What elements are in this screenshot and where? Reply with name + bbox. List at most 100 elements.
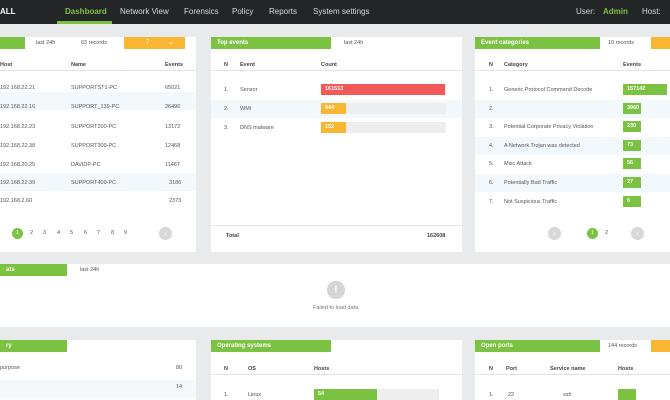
hosts-bar [618, 389, 636, 400]
events-bar: 157142 [623, 84, 667, 95]
total-value: 162608 [427, 233, 446, 239]
page-7[interactable]: 7 [97, 230, 100, 236]
events-cell: 26496 [165, 104, 181, 110]
records-count: 144 records [608, 343, 638, 349]
event-cell: WMI [240, 106, 252, 112]
column-header-n: N [489, 62, 493, 68]
index-cell: 2. [489, 106, 494, 112]
column-header-count: Count [321, 62, 337, 68]
top-hosts-panel: last 24h 63 records 7 ⌄ Host Name Events… [0, 37, 196, 252]
events-bar: 3960 [623, 103, 641, 114]
page-1[interactable]: 1 [587, 228, 598, 239]
page-2[interactable]: 2 [605, 230, 608, 236]
next-page-icon[interactable]: › [631, 227, 644, 240]
index-cell: 5. [489, 161, 494, 167]
index-cell: 1. [224, 392, 229, 398]
records-count: 63 records [81, 40, 107, 46]
column-header-n: N [224, 366, 228, 372]
column-header-host: Host [0, 62, 13, 68]
event-categories-panel: Event categories 10 records N Category E… [475, 37, 670, 252]
category-cell: Not Suspicious Traffic [504, 199, 558, 205]
previous-page-icon[interactable]: ‹ [548, 227, 561, 240]
page-6[interactable]: 6 [84, 230, 87, 236]
count-bar: 152 [321, 122, 346, 133]
filter-dropdown[interactable] [651, 37, 670, 49]
index-cell: 3. [489, 124, 494, 130]
category-cell: A Network Trojan was detected [504, 143, 580, 149]
service-cell: ssh [563, 392, 572, 398]
name-cell: SUPPORT400-PC [71, 180, 117, 186]
period-label: last 24h [344, 40, 364, 46]
count-cell: 14 [176, 384, 183, 390]
index-cell: 1. [489, 87, 494, 93]
filter-dropdown[interactable] [651, 340, 670, 352]
page-3[interactable]: 3 [43, 230, 46, 236]
page-8[interactable]: 8 [111, 230, 114, 236]
header-divider [211, 374, 462, 375]
panel-title: Operating systems [211, 340, 331, 352]
header-divider [0, 70, 196, 71]
next-page-icon[interactable]: › [159, 227, 172, 240]
index-cell: 7. [489, 199, 494, 205]
threats-panel: ats last 24h ! Failed to load data [0, 264, 670, 327]
column-header-category: Category [504, 62, 528, 68]
events-bar: 56 [623, 158, 641, 169]
page-1[interactable]: 1 [12, 228, 23, 239]
page-9[interactable]: 9 [124, 230, 127, 236]
header-divider [211, 70, 462, 71]
index-cell: 3. [224, 125, 229, 131]
brand-logo: ALL [0, 7, 16, 16]
name-cell: SUPPORTST1-PC [71, 85, 118, 91]
column-header-n: N [489, 366, 493, 372]
event-cell: DNS malware [240, 125, 274, 131]
category-cell: Misc Attack [504, 161, 532, 167]
top-navigation-bar: ALL Dashboard Network View Forensics Pol… [0, 0, 670, 24]
host-cell: 192.168.22.38 [0, 143, 36, 149]
count-bar: 944 [321, 103, 346, 114]
host-cell: 192.168.2.60 [0, 198, 33, 204]
name-cell: SUPPORT300-PC [71, 143, 117, 149]
column-header-events: Events [165, 62, 184, 68]
total-label: Total [226, 233, 239, 239]
page-2[interactable]: 2 [30, 230, 33, 236]
index-cell: 4. [489, 143, 494, 149]
column-header-name: Name [71, 62, 86, 68]
period-label: last 24h [80, 267, 100, 273]
name-cell: SUPPORT_139-PC [71, 104, 120, 110]
category-cell: Generic Protocol Command Decode [504, 87, 593, 93]
column-header-port: Port [506, 366, 517, 372]
events-cell: 12468 [165, 143, 181, 149]
records-count: 10 records [608, 40, 634, 46]
index-cell: 6. [489, 180, 494, 186]
index-cell: 2. [224, 106, 229, 112]
header-divider [475, 374, 670, 375]
events-cell: 2373 [169, 198, 182, 204]
host-cell: 192.168.22.16 [0, 104, 36, 110]
event-cell: Sensor [240, 87, 258, 93]
column-header-event: Event [240, 62, 255, 68]
panel-title: Event categories [475, 37, 600, 49]
active-nav-indicator [57, 21, 112, 24]
page-5[interactable]: 5 [70, 230, 73, 236]
nav-network-view[interactable]: Network View [120, 0, 169, 24]
error-message: Failed to load data [313, 305, 359, 311]
filter-dropdown[interactable]: 7 ⌄ [124, 37, 185, 49]
nav-reports[interactable]: Reports [269, 0, 297, 24]
port-cell: 22 [508, 392, 515, 398]
index-cell: 1. [489, 392, 494, 398]
nav-system-settings[interactable]: System settings [313, 0, 369, 24]
host-cell: 192.168.20.25 [0, 162, 36, 168]
user-name-link[interactable]: Admin [603, 0, 628, 24]
chevron-down-icon: ⌄ [168, 39, 174, 46]
nav-forensics[interactable]: Forensics [184, 0, 219, 24]
top-events-panel: Top events last 24h N Event Count 1. Sen… [211, 37, 462, 252]
events-cell: 3186 [169, 180, 182, 186]
page-4[interactable]: 4 [57, 230, 60, 236]
period-label: last 24h [36, 40, 56, 46]
operating-systems-panel: Operating systems N OS Hosts 1. Linux 54 [211, 340, 462, 400]
panel-title: Open ports [475, 340, 600, 352]
bottom-left-panel: ry purpose 80 14 [0, 340, 196, 400]
column-header-events: Events [623, 62, 642, 68]
nav-policy[interactable]: Policy [232, 0, 253, 24]
host-cell: 192.168.22.39 [0, 180, 36, 186]
